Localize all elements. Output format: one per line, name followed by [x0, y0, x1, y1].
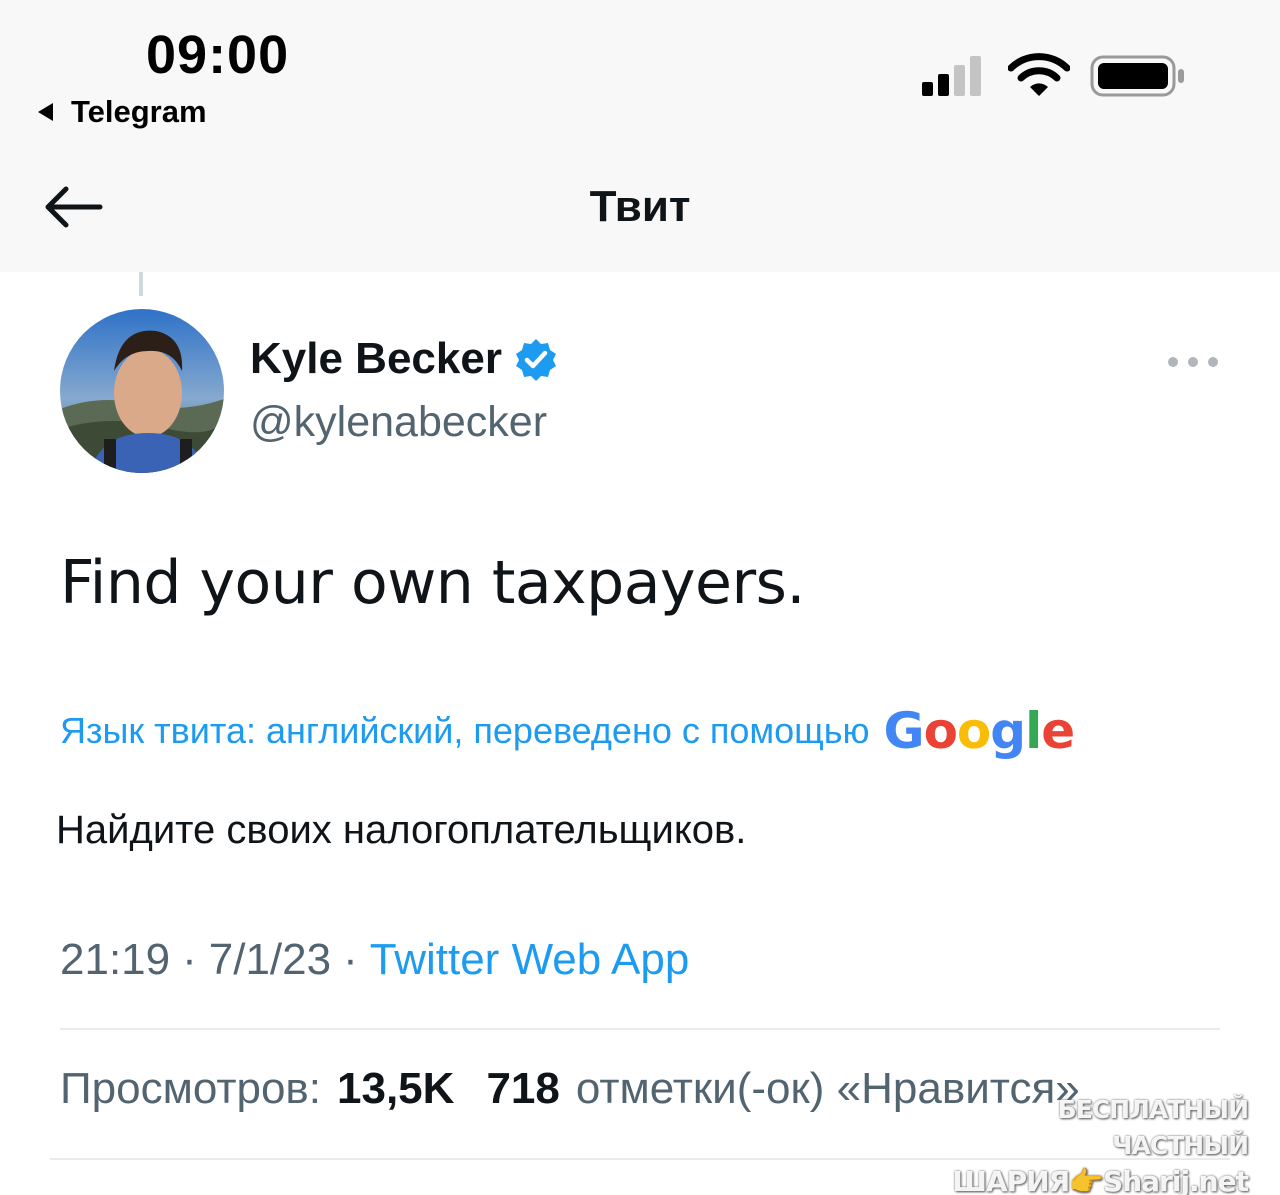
divider [60, 1028, 1220, 1030]
status-time: 09:00 [146, 25, 290, 85]
tweet-source-link[interactable]: Twitter Web App [370, 935, 690, 985]
battery-icon [1090, 55, 1184, 97]
author-name-text: Kyle Becker [250, 334, 502, 383]
watermark: БЕСПЛАТНЫЙ ЧАСТНЫЙ ШАРИЯ👉Sharij.net [948, 1092, 1249, 1195]
tweet-stats: Просмотров: 13,5K 718 отметки(-ок) «Нрав… [60, 1064, 1080, 1114]
back-triangle-icon [38, 103, 53, 121]
translation-info[interactable]: Язык твита: английский, переведено с пом… [60, 702, 1076, 760]
tweet-date: 7/1/23 [208, 935, 332, 984]
likes-count[interactable]: 718 [486, 1064, 559, 1114]
wifi-icon [1008, 53, 1070, 96]
more-options-icon[interactable] [1168, 352, 1218, 372]
meta-separator: · [182, 935, 197, 984]
thread-line [139, 272, 143, 296]
views-count: 13,5K [337, 1064, 455, 1113]
google-logo-letter: e [1041, 702, 1075, 760]
tweet-text: Find your own taxpayers. [60, 548, 805, 618]
avatar[interactable] [60, 309, 224, 473]
views-label: Просмотров: [60, 1064, 322, 1113]
back-to-telegram-link[interactable]: Telegram [38, 94, 207, 130]
avatar-image [60, 309, 224, 473]
google-logo-letter: l [1025, 702, 1042, 760]
google-logo-letter: G [883, 702, 925, 760]
watermark-line2: ШАРИЯ👉Sharij.net [952, 1165, 1249, 1195]
translated-text: Найдите своих налогоплательщиков. [56, 808, 747, 852]
google-logo-letter: g [990, 702, 1026, 760]
back-app-label: Telegram [71, 94, 207, 129]
watermark-line1: БЕСПЛАТНЫЙ ЧАСТНЫЙ [1057, 1095, 1249, 1160]
tweet-time: 21:19 [60, 935, 171, 984]
author-name[interactable]: Kyle Becker [250, 334, 558, 384]
tweet-meta: 21:19 · 7/1/23 · Twitter Web App [60, 935, 689, 985]
author-handle[interactable]: @kylenabecker [250, 398, 547, 447]
verified-badge-icon [515, 339, 556, 381]
cellular-signal-icon [922, 52, 981, 96]
google-logo: Google [883, 702, 1076, 760]
meta-separator: · [343, 935, 358, 984]
google-logo-letter: o [923, 702, 958, 760]
google-logo-letter: o [956, 702, 991, 760]
page-title: Твит [589, 182, 691, 231]
translation-label: Язык твита: английский, переведено с пом… [60, 710, 870, 751]
